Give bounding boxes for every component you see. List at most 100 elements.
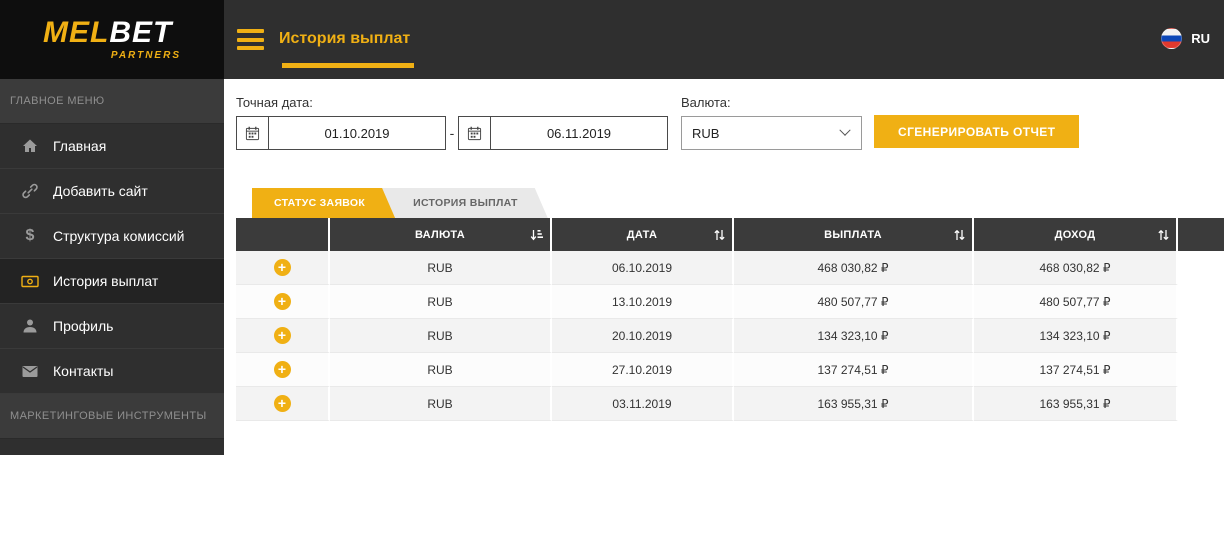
language-switcher[interactable]: RU <box>1161 28 1210 49</box>
table-row: + RUB 13.10.2019 480 507,77 ₽ 480 507,77… <box>236 285 1224 319</box>
sidebar: MELBET PARTNERS ГЛАВНОЕ МЕНЮ Главная Доб… <box>0 0 224 455</box>
header-currency[interactable]: ВАЛЮТА <box>330 218 552 251</box>
spacer-cell <box>1178 251 1224 285</box>
plus-circle-icon[interactable]: + <box>273 327 291 344</box>
sort-arrows-icon <box>714 229 725 241</box>
tab-request-status[interactable]: СТАТУС ЗАЯВОК <box>252 188 395 218</box>
date-to-group <box>458 116 668 150</box>
sidebar-section-marketing: МАРКЕТИНГОВЫЕ ИНСТРУМЕНТЫ <box>0 394 224 439</box>
page-title: История выплат <box>279 30 411 47</box>
date-from-group <box>236 116 446 150</box>
sidebar-item-payout-history[interactable]: История выплат <box>0 259 224 304</box>
title-underline <box>282 63 414 68</box>
date-cell: 20.10.2019 <box>552 319 734 353</box>
table-body: + RUB 06.10.2019 468 030,82 ₽ 468 030,82… <box>236 251 1224 421</box>
header-payout[interactable]: ВЫПЛАТА <box>734 218 974 251</box>
plus-circle-icon[interactable]: + <box>273 361 291 378</box>
income-cell: 134 323,10 ₽ <box>974 319 1178 353</box>
expand-cell: + <box>236 387 330 421</box>
app-root: MELBET PARTNERS ГЛАВНОЕ МЕНЮ Главная Доб… <box>0 0 1224 554</box>
header-spacer-column <box>1178 218 1224 251</box>
logo-bet: BET <box>109 16 173 49</box>
hamburger-icon[interactable] <box>237 29 264 50</box>
ru-flag-icon <box>1161 28 1183 49</box>
payout-cell: 134 323,10 ₽ <box>734 319 974 353</box>
payout-cell: 163 955,31 ₽ <box>734 387 974 421</box>
sidebar-item-commission[interactable]: $ Структура комиссий <box>0 214 224 259</box>
payout-table: ВАЛЮТА ДАТА ВЫПЛАТА ДОХОД + RUB 06.10.20… <box>236 218 1224 421</box>
expand-cell: + <box>236 353 330 387</box>
sort-amount-icon <box>530 229 543 241</box>
plus-circle-icon[interactable]: + <box>273 293 291 310</box>
date-from-input[interactable] <box>269 125 445 141</box>
spacer-cell <box>1178 353 1224 387</box>
main-content: Точная дата: - <box>224 79 1224 554</box>
sidebar-item-profile[interactable]: Профиль <box>0 304 224 349</box>
currency-cell: RUB <box>330 285 552 319</box>
currency-cell: RUB <box>330 387 552 421</box>
income-cell: 137 274,51 ₽ <box>974 353 1178 387</box>
sidebar-item-label: Структура комиссий <box>53 228 185 244</box>
envelope-icon <box>20 365 40 378</box>
currency-cell: RUB <box>330 319 552 353</box>
generate-report-button[interactable]: СГЕНЕРИРОВАТЬ ОТЧЕТ <box>874 115 1080 148</box>
sort-arrows-icon <box>954 229 965 241</box>
income-cell: 468 030,82 ₽ <box>974 251 1178 285</box>
banknote-icon <box>20 274 40 289</box>
column-label: ВЫПЛАТА <box>824 228 882 241</box>
logo-partners: PARTNERS <box>110 50 181 61</box>
sidebar-item-label: Контакты <box>53 363 114 379</box>
spacer-cell <box>1178 319 1224 353</box>
income-cell: 163 955,31 ₽ <box>974 387 1178 421</box>
link-icon <box>20 183 40 199</box>
currency-cell: RUB <box>330 251 552 285</box>
income-cell: 480 507,77 ₽ <box>974 285 1178 319</box>
column-label: ДОХОД <box>1054 228 1096 241</box>
table-row: + RUB 03.11.2019 163 955,31 ₽ 163 955,31… <box>236 387 1224 421</box>
spacer-cell <box>1178 285 1224 319</box>
currency-field: Валюта: RUB <box>681 95 862 150</box>
date-cell: 03.11.2019 <box>552 387 734 421</box>
table-header: ВАЛЮТА ДАТА ВЫПЛАТА ДОХОД <box>236 218 1224 251</box>
column-label: ДАТА <box>626 228 658 241</box>
payout-cell: 137 274,51 ₽ <box>734 353 974 387</box>
table-row: + RUB 20.10.2019 134 323,10 ₽ 134 323,10… <box>236 319 1224 353</box>
date-cell: 13.10.2019 <box>552 285 734 319</box>
date-to-input[interactable] <box>491 125 667 141</box>
brand-logo[interactable]: MELBET PARTNERS <box>0 0 224 79</box>
currency-cell: RUB <box>330 353 552 387</box>
currency-select[interactable]: RUB <box>681 116 862 150</box>
plus-circle-icon[interactable]: + <box>273 259 291 276</box>
payout-cell: 468 030,82 ₽ <box>734 251 974 285</box>
dollar-icon: $ <box>25 227 35 244</box>
header-expand-column <box>236 218 330 251</box>
expand-cell: + <box>236 285 330 319</box>
logo-mel: MEL <box>43 16 110 49</box>
date-cell: 06.10.2019 <box>552 251 734 285</box>
tab-payout-history[interactable]: ИСТОРИЯ ВЫПЛАТ <box>381 188 548 218</box>
table-row: + RUB 06.10.2019 468 030,82 ₽ 468 030,82… <box>236 251 1224 285</box>
user-icon <box>20 318 40 334</box>
filters-bar: Точная дата: - <box>236 95 1080 150</box>
header-date[interactable]: ДАТА <box>552 218 734 251</box>
topbar: История выплат RU <box>224 0 1224 79</box>
home-icon <box>20 138 40 154</box>
brand-logo-text: MELBET <box>43 18 181 48</box>
sidebar-item-add-site[interactable]: Добавить сайт <box>0 169 224 214</box>
calendar-icon[interactable] <box>459 117 491 149</box>
header-income[interactable]: ДОХОД <box>974 218 1178 251</box>
column-label: ВАЛЮТА <box>414 228 466 241</box>
date-range-field: Точная дата: - <box>236 95 668 150</box>
calendar-icon[interactable] <box>237 117 269 149</box>
plus-circle-icon[interactable]: + <box>273 395 291 412</box>
sidebar-item-contacts[interactable]: Контакты <box>0 349 224 394</box>
sidebar-item-label: Главная <box>53 138 107 154</box>
sidebar-item-home[interactable]: Главная <box>0 124 224 169</box>
payout-cell: 480 507,77 ₽ <box>734 285 974 319</box>
language-code: RU <box>1191 31 1210 46</box>
expand-cell: + <box>236 251 330 285</box>
date-cell: 27.10.2019 <box>552 353 734 387</box>
sidebar-item-label: История выплат <box>53 273 159 289</box>
sidebar-item-label: Профиль <box>53 318 114 334</box>
chevron-down-icon <box>839 124 851 136</box>
